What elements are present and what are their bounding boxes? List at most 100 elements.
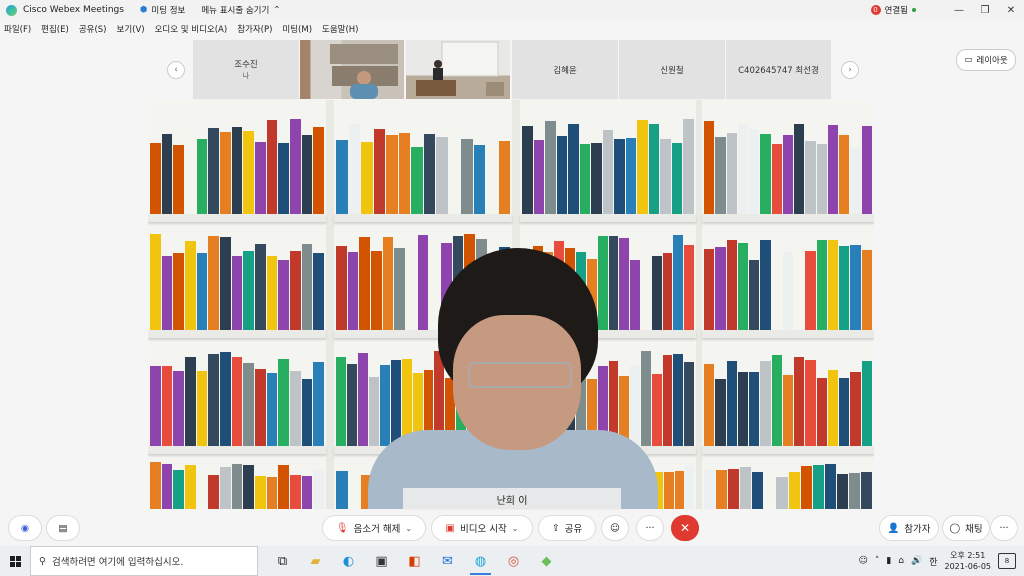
connection-badge: 0 — [870, 5, 881, 15]
clock-time: 오후 2:51 — [950, 551, 986, 560]
file-explorer-icon[interactable]: ▰ — [299, 546, 332, 576]
menu-audio-video[interactable]: 오디오 및 비디오(A) — [151, 23, 234, 35]
app-diamond-icon[interactable]: ◆ — [530, 546, 563, 576]
menu-participant[interactable]: 참가자(P) — [233, 23, 278, 35]
shield-icon: ⬢ — [139, 5, 148, 15]
taskbar-search-box[interactable]: ⚲ 검색하려면 여기에 입력하십시오. — [30, 546, 258, 576]
volume-icon[interactable]: 🔊 — [911, 556, 922, 566]
participant-tile[interactable]: 신원철 — [619, 40, 725, 99]
active-speaker-name: 난희 이 — [403, 488, 621, 510]
close-icon: ✕ — [679, 521, 691, 535]
share-button[interactable]: ⇪ 공유 — [538, 515, 596, 541]
participant-video-image — [330, 44, 398, 99]
start-video-label: 비디오 시작 — [460, 524, 507, 535]
menu-file[interactable]: 파일(F) — [0, 23, 37, 35]
chevron-up-icon[interactable]: ˄ — [875, 556, 880, 566]
participant-tile[interactable]: C402645747 최선경 — [726, 40, 831, 99]
minimize-icon[interactable]: — — [946, 5, 972, 16]
participant-strip: ‹ 조수진 나 김혜윤 신원철 C402645747 최선경 › — [165, 40, 860, 99]
chevron-down-icon[interactable]: ⌄ — [512, 524, 519, 533]
close-icon[interactable]: ✕ — [998, 5, 1024, 16]
webex-assistant-button[interactable]: ◉ — [8, 515, 42, 541]
layout-icon: ▭ — [964, 55, 973, 65]
unmute-label: 음소거 해제 — [353, 524, 401, 535]
menu-bar: 파일(F) 편집(E) 공유(S) 보기(V) 오디오 및 비디오(A) 참가자… — [0, 20, 1024, 38]
menu-view[interactable]: 보기(V) — [113, 23, 151, 35]
ime-indicator[interactable]: 한 — [929, 555, 937, 568]
participant-name: 조수진 — [234, 60, 258, 70]
system-tray: ☺ ˄ ▮ ⌂ 🔊 한 오후 2:51 2021-06-05 8 — [858, 546, 1024, 576]
notification-count: 8 — [1004, 557, 1010, 565]
store-icon[interactable]: ▣ — [365, 546, 398, 576]
meeting-info-button[interactable]: ⬢ 미팅 정보 — [140, 4, 185, 16]
microphone-muted-icon: 🎙 — [335, 522, 349, 534]
search-placeholder: 검색하려면 여기에 입력하십시오. — [51, 557, 184, 568]
action-center-chat-icon[interactable]: ☺ — [858, 556, 867, 566]
mail-icon[interactable]: ✉ — [431, 546, 464, 576]
more-options-button[interactable]: ··· — [636, 515, 664, 541]
leave-meeting-button[interactable]: ✕ — [671, 515, 699, 541]
clock-date: 2021-06-05 — [944, 562, 992, 571]
participant-name: 김혜윤 — [553, 65, 577, 76]
chrome-icon[interactable]: ◎ — [497, 546, 530, 576]
chevron-down-icon[interactable]: ⌄ — [405, 524, 412, 533]
search-icon: ⚲ — [39, 555, 46, 567]
meeting-info-label: 미팅 정보 — [151, 6, 186, 16]
windows-logo-icon — [9, 555, 21, 567]
windows-start-button[interactable] — [0, 546, 30, 576]
connection-label: 연결됨 — [884, 6, 908, 16]
menu-help[interactable]: 도움말(H) — [318, 23, 364, 35]
participant-me-tag: 나 — [242, 72, 250, 80]
closed-captions-button[interactable]: ▤ — [46, 515, 80, 541]
more-icon: ··· — [645, 522, 655, 534]
office-icon[interactable]: ◧ — [398, 546, 431, 576]
chat-button[interactable]: ◯ 채팅 — [942, 515, 990, 541]
windows-taskbar: ⚲ 검색하려면 여기에 입력하십시오. ⧉ ▰ ◐ ▣ ◧ ✉ ◍ ◎ ◆ ☺ … — [0, 546, 1024, 576]
presenter-video-image — [416, 41, 504, 96]
edge-browser-icon[interactable]: ◐ — [332, 546, 365, 576]
participant-tile-self[interactable]: 조수진 나 — [193, 40, 299, 99]
restore-icon[interactable]: ❐ — [972, 5, 998, 16]
active-speaker-video[interactable] — [148, 100, 874, 509]
layout-label: 레이아웃 — [976, 56, 1008, 66]
presenter-video-tile[interactable] — [406, 40, 510, 99]
title-bar: Cisco Webex Meetings ⬢ 미팅 정보 메뉴 표시줄 숨기기 … — [0, 0, 1024, 20]
start-video-button[interactable]: ▣ 비디오 시작 ⌄ — [431, 515, 533, 541]
share-icon: ⇪ — [551, 522, 560, 534]
chevron-right-icon[interactable]: › — [841, 61, 859, 79]
chat-label: 채팅 — [965, 524, 983, 535]
participant-video-tile[interactable] — [300, 40, 404, 99]
person-icon: 👤 — [887, 522, 900, 534]
connection-status[interactable]: 0 연결됨 — [870, 4, 916, 16]
participants-button[interactable]: 👤 참가자 — [879, 515, 939, 541]
video-off-icon: ▣ — [445, 522, 455, 534]
battery-icon[interactable]: ▮ — [886, 556, 891, 566]
hide-menu-button[interactable]: 메뉴 표시줄 숨기기 ⌃ — [201, 4, 280, 16]
assistant-bot-icon: ◉ — [20, 522, 30, 534]
participant-tile[interactable]: 김혜윤 — [512, 40, 618, 99]
menu-share[interactable]: 공유(S) — [75, 23, 113, 35]
clock[interactable]: 오후 2:51 2021-06-05 — [945, 550, 992, 572]
chevron-up-icon: ⌃ — [273, 5, 281, 15]
task-view-icon[interactable]: ⧉ — [266, 546, 299, 576]
smiley-icon: ☺ — [610, 522, 620, 534]
more-icon: ··· — [999, 522, 1009, 534]
menu-edit[interactable]: 편집(E) — [37, 23, 75, 35]
reactions-button[interactable]: ☺ — [601, 515, 629, 541]
participant-name: C402645747 최선경 — [738, 65, 819, 76]
meeting-controls: ◉ ▤ 🎙 음소거 해제 ⌄ ▣ 비디오 시작 ⌄ ⇪ 공유 ☺ ··· ✕ 👤… — [0, 514, 1024, 544]
panel-more-button[interactable]: ··· — [990, 515, 1018, 541]
unmute-button[interactable]: 🎙 음소거 해제 ⌄ — [322, 515, 426, 541]
chevron-left-icon[interactable]: ‹ — [167, 61, 185, 79]
hide-menu-label: 메뉴 표시줄 숨기기 — [201, 6, 270, 16]
speaker-glasses — [468, 362, 572, 388]
network-icon[interactable]: ⌂ — [898, 556, 904, 566]
status-dot-icon — [912, 8, 916, 12]
chat-bubble-icon: ◯ — [949, 522, 961, 534]
share-label: 공유 — [564, 524, 583, 535]
participants-label: 참가자 — [904, 524, 931, 535]
menu-meeting[interactable]: 미팅(M) — [278, 23, 318, 35]
webex-taskbar-icon[interactable]: ◍ — [464, 546, 497, 576]
layout-button[interactable]: ▭ 레이아웃 — [956, 49, 1016, 71]
notification-icon[interactable]: 8 — [998, 553, 1016, 569]
